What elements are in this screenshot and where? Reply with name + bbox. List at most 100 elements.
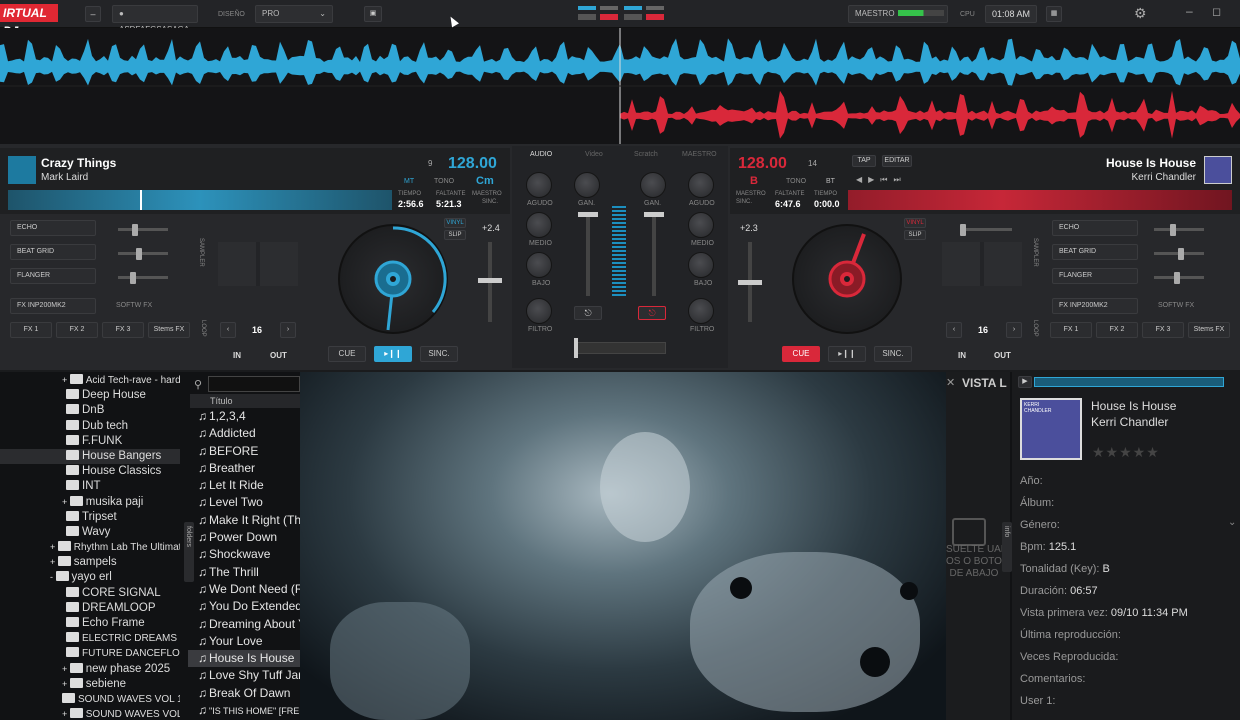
mixer-tab-master[interactable]: MAESTRO	[682, 151, 717, 158]
waveform-overview[interactable]	[0, 28, 1240, 144]
pitch-fader-thumb-left[interactable]	[478, 278, 502, 283]
track-row[interactable]: ♫ Break Of Dawn	[188, 685, 300, 702]
folder-item[interactable]: F.FUNK	[0, 434, 180, 449]
folder-item[interactable]: + musika paji	[0, 495, 180, 510]
expand-icon[interactable]: +	[50, 557, 58, 567]
vinyl-button-left[interactable]: VINYL	[444, 218, 466, 228]
preview-progress[interactable]	[1034, 377, 1224, 387]
lock-icon[interactable]: ▣	[364, 6, 382, 22]
track-row[interactable]: ♫ Level Two	[188, 494, 300, 511]
expand-icon[interactable]: +	[50, 542, 58, 552]
info-field[interactable]: User 1:	[1020, 690, 1236, 712]
list-header[interactable]: Título	[190, 394, 300, 408]
info-field[interactable]: Veces Reproducida:	[1020, 646, 1236, 668]
folder-item[interactable]: FUTURE DANCEFLOOR	[0, 646, 180, 661]
design-select[interactable]: PRO ⌄	[255, 5, 333, 23]
treble-knob-right[interactable]	[688, 172, 714, 198]
track-row[interactable]: ♫ You Do Extended	[188, 598, 300, 615]
folder-item[interactable]: DREAMLOOP	[0, 601, 180, 616]
softw-fx-right[interactable]: SOFTW FX	[1158, 302, 1194, 309]
effect-slider-1-left[interactable]	[118, 228, 168, 231]
crossfader-thumb[interactable]	[574, 338, 578, 358]
cue-button-left[interactable]: CUE	[328, 346, 366, 362]
deck-layout-icons[interactable]	[578, 6, 664, 22]
play-button-left[interactable]: ▸❙❙	[374, 346, 412, 362]
deck-right-minimap[interactable]	[848, 190, 1232, 210]
gear-icon[interactable]: ⚙	[1134, 5, 1147, 22]
fx3-button-right[interactable]: FX 3	[1142, 322, 1184, 338]
loop-next-left[interactable]: ›	[280, 322, 296, 338]
folder-item[interactable]: ELECTRIC DREAMS	[0, 631, 180, 646]
genre-dropdown-icon[interactable]: ⌄	[1228, 517, 1236, 528]
gain-knob-right[interactable]	[640, 172, 666, 198]
fx-input-select-right[interactable]: FX INP200MK2	[1052, 298, 1138, 314]
loop-prev-left[interactable]: ‹	[220, 322, 236, 338]
expand-icon[interactable]: +	[62, 664, 70, 674]
folder-item[interactable]: - yayo erl	[0, 570, 180, 585]
sampler-pads-left[interactable]	[218, 242, 298, 286]
slip-button-right[interactable]: SLIP	[904, 230, 926, 240]
info-field[interactable]: Género:	[1020, 514, 1236, 536]
effect-select-3-right[interactable]: FLANGER	[1052, 268, 1138, 284]
calendar-icon[interactable]: ▦	[1046, 6, 1062, 22]
loop-out-right[interactable]: OUT	[994, 351, 1011, 360]
folder-item[interactable]: + sebiene	[0, 677, 180, 692]
expand-icon[interactable]: +	[62, 375, 70, 385]
bass-knob-right[interactable]	[688, 252, 714, 278]
info-tab[interactable]: info	[1002, 522, 1012, 572]
track-row[interactable]: ♫ Dreaming About Y	[188, 616, 300, 633]
search-icon[interactable]: ⚲	[194, 378, 202, 391]
transport-mini-icons[interactable]: ◀▶⏮⏭	[856, 175, 907, 185]
track-row[interactable]: ♫ Shockwave	[188, 546, 300, 563]
track-row[interactable]: ♫ Your Love	[188, 633, 300, 650]
headphone-right-icon[interactable]: ⎋	[638, 306, 666, 320]
vista-label[interactable]: VISTA L	[962, 376, 1007, 390]
window-minimize-icon[interactable]: –	[1186, 4, 1193, 18]
loop-next-right[interactable]: ›	[1006, 322, 1022, 338]
stems-fx-button-left[interactable]: Stems FX	[148, 322, 190, 338]
info-field[interactable]: Vista primera vez: 09/10 11:34 PM	[1020, 602, 1236, 624]
effect-select-2-right[interactable]: BEAT GRID	[1052, 244, 1138, 260]
volume-fader-left-thumb[interactable]	[578, 212, 598, 217]
folder-item[interactable]: House Bangers	[0, 448, 180, 465]
info-field[interactable]: Año:	[1020, 470, 1236, 492]
effect-slider-thumb-3-left[interactable]	[130, 272, 136, 284]
folder-item[interactable]: Deep House	[0, 388, 180, 403]
info-field[interactable]: Tonalidad (Key): B	[1020, 558, 1236, 580]
vinyl-button-right[interactable]: VINYL	[904, 218, 926, 228]
loop-in-left[interactable]: IN	[233, 351, 241, 360]
folder-item[interactable]: INT	[0, 479, 180, 494]
expand-icon[interactable]: +	[62, 709, 70, 719]
track-row[interactable]: ♫ House Is House	[188, 650, 300, 668]
loop-top-thumb-right[interactable]	[960, 224, 966, 236]
gain-knob-left[interactable]	[574, 172, 600, 198]
pitch-fader-thumb-right[interactable]	[738, 280, 762, 285]
stems-fx-button-right[interactable]: Stems FX	[1188, 322, 1230, 338]
search-input[interactable]	[208, 376, 300, 392]
info-field[interactable]: Álbum:	[1020, 492, 1236, 514]
track-row[interactable]: ♫ Breather	[188, 460, 300, 477]
folder-item[interactable]: Echo Frame	[0, 616, 180, 631]
effect-slider-2-left[interactable]	[118, 252, 168, 255]
sync-button-left[interactable]: SINC.	[420, 346, 458, 362]
crossfader[interactable]	[574, 342, 666, 354]
account-button[interactable]: ● ASDFAFGSASAGA...	[112, 5, 198, 34]
effect-slider-3-left[interactable]	[118, 276, 168, 279]
track-row[interactable]: ♫ Addicted	[188, 425, 300, 442]
folder-item[interactable]: DnB	[0, 403, 180, 418]
info-field[interactable]: Duración: 06:57	[1020, 580, 1236, 602]
effect-slider-thumb-2-right[interactable]	[1178, 248, 1184, 260]
effect-select-2-left[interactable]: BEAT GRID	[10, 244, 96, 260]
window-maximize-icon[interactable]: ◻	[1212, 5, 1221, 18]
track-row[interactable]: ♫ The Thrill	[188, 564, 300, 581]
folder-item[interactable]: + Acid Tech-rave - hard	[0, 373, 180, 388]
bass-knob-left[interactable]	[526, 252, 552, 278]
volume-fader-right-thumb[interactable]	[644, 212, 664, 217]
track-row[interactable]: ♫ Power Down	[188, 529, 300, 546]
slip-button-left[interactable]: SLIP	[444, 230, 466, 240]
mixer-tab-audio[interactable]: AUDIO	[530, 151, 552, 158]
folder-item[interactable]: + sampels	[0, 555, 180, 570]
track-row[interactable]: ♫ BEFORE	[188, 443, 300, 460]
loop-out-left[interactable]: OUT	[270, 351, 287, 360]
headphone-left-icon[interactable]: ⎋	[574, 306, 602, 320]
